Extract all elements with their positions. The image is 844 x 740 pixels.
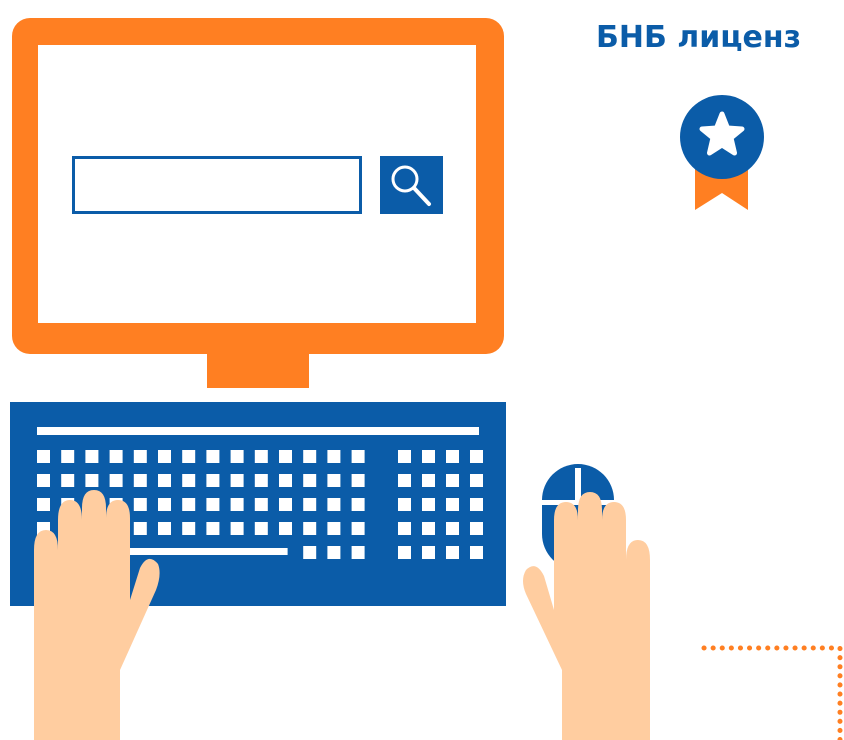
keyboard-key	[422, 546, 435, 559]
keyboard-key	[206, 450, 220, 463]
keyboard-key	[230, 522, 244, 535]
keyboard-key	[206, 474, 220, 487]
keyboard-key	[182, 522, 196, 535]
keyboard-key	[303, 498, 317, 511]
keyboard-key	[182, 450, 196, 463]
keyboard-key	[37, 474, 50, 487]
keyboard-key	[61, 450, 75, 463]
keyboard-key	[109, 474, 123, 487]
keyboard-key	[109, 450, 123, 463]
keyboard-key	[398, 546, 411, 559]
search-icon	[391, 165, 431, 206]
keyboard-key	[85, 474, 99, 487]
keyboard-key	[254, 450, 268, 463]
keyboard-key	[327, 522, 341, 535]
keyboard-key	[446, 474, 459, 487]
keyboard-key	[398, 498, 411, 511]
keyboard-key	[303, 450, 317, 463]
search-input[interactable]	[72, 156, 362, 214]
keyboard-key	[279, 498, 292, 511]
monitor-stand	[207, 354, 309, 388]
keyboard-key	[351, 522, 365, 535]
keyboard-key	[230, 450, 244, 463]
keyboard-key	[158, 522, 171, 535]
keyboard-key	[254, 498, 268, 511]
keyboard-key	[398, 450, 411, 463]
keyboard-key	[254, 522, 268, 535]
keyboard-key	[158, 474, 171, 487]
keyboard-key	[446, 522, 459, 535]
keyboard-key	[422, 450, 435, 463]
right-hand	[523, 492, 650, 740]
keyboard-key	[422, 522, 435, 535]
left-hand	[34, 490, 160, 740]
keyboard-key	[422, 474, 435, 487]
keyboard-key	[470, 546, 483, 559]
keyboard-key	[303, 522, 317, 535]
keyboard-key	[158, 450, 171, 463]
keyboard-key	[446, 546, 459, 559]
keyboard-key	[279, 450, 292, 463]
keyboard-key	[37, 450, 50, 463]
keyboard-key	[470, 474, 483, 487]
keyboard-key	[158, 498, 171, 511]
keyboard-key	[470, 522, 483, 535]
keyboard-key	[470, 498, 483, 511]
keyboard-key	[303, 546, 317, 559]
keyboard-key	[206, 498, 220, 511]
keyboard-key	[470, 450, 483, 463]
keyboard-key	[398, 522, 411, 535]
keyboard-key	[133, 450, 147, 463]
page-title: БНБ лиценз	[596, 20, 802, 55]
keyboard-key	[279, 474, 292, 487]
keyboard-key	[61, 474, 75, 487]
keyboard-key	[327, 450, 341, 463]
keyboard-key	[351, 450, 365, 463]
keyboard-key	[327, 474, 341, 487]
keyboard-top-bar	[37, 427, 479, 435]
keyboard-key	[303, 474, 317, 487]
keyboard-key	[327, 498, 341, 511]
dotted-frame-corner	[701, 645, 843, 740]
keyboard-key	[230, 474, 244, 487]
keyboard-key	[182, 474, 196, 487]
keyboard-key	[351, 474, 365, 487]
keyboard-key	[446, 498, 459, 511]
keyboard-key	[351, 498, 365, 511]
keyboard-key	[230, 498, 244, 511]
keyboard-key	[254, 474, 268, 487]
keyboard-key	[133, 474, 147, 487]
keyboard-key	[85, 450, 99, 463]
keyboard-key	[351, 546, 365, 559]
keyboard-key	[422, 498, 435, 511]
badge-star-icon	[680, 95, 764, 210]
keyboard-key	[398, 474, 411, 487]
keyboard-key	[206, 522, 220, 535]
search-button[interactable]	[380, 156, 443, 214]
keyboard-key	[182, 498, 196, 511]
keyboard-key	[446, 450, 459, 463]
keyboard-key	[279, 522, 292, 535]
keyboard-key	[327, 546, 341, 559]
